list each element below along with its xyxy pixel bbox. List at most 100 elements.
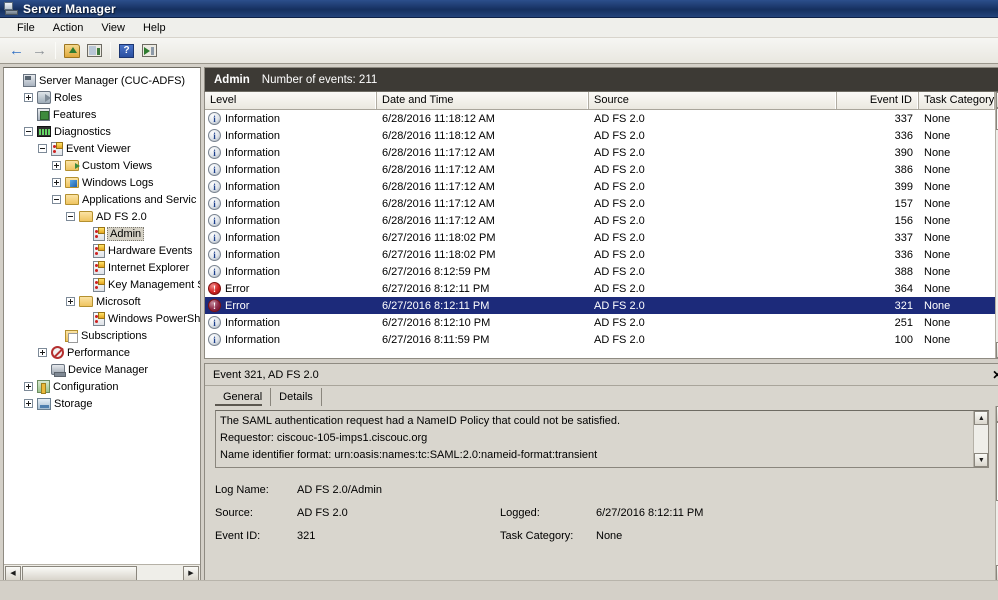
cell-source: AD FS 2.0 [594, 112, 645, 125]
tree-item-windows-logs[interactable]: Windows Logs [6, 174, 200, 191]
cell-date: 6/28/2016 11:17:12 AM [382, 180, 495, 193]
table-row[interactable]: i Information 6/28/2016 11:18:12 AM AD FS 2… [205, 110, 995, 127]
tree-item-roles[interactable]: Roles [6, 89, 200, 106]
table-row[interactable]: i Information 6/28/2016 11:17:12 AM AD FS 2… [205, 144, 995, 161]
information-icon: i [208, 333, 221, 346]
tree-item-admin[interactable]: Admin [6, 225, 200, 242]
table-row[interactable]: i Information 6/27/2016 11:18:02 PM AD FS 2… [205, 229, 995, 246]
tree-item-label: Windows Logs [82, 176, 154, 189]
value-task-category: None [596, 529, 623, 542]
table-row[interactable]: i Information 6/28/2016 11:17:12 AM AD FS 2… [205, 178, 995, 195]
table-row[interactable]: i Information 6/27/2016 8:12:59 PM AD FS 2.… [205, 263, 995, 280]
menu-help[interactable]: Help [134, 20, 175, 36]
tab-active-underline [215, 404, 262, 406]
table-row[interactable]: i Information 6/27/2016 11:18:02 PM AD FS 2… [205, 246, 995, 263]
tree-item-device-manager[interactable]: Device Manager [6, 361, 200, 378]
table-row[interactable]: i Information 6/27/2016 8:11:59 PM AD FS 2.… [205, 331, 995, 348]
tree-item-internet-explorer[interactable]: Internet Explorer [6, 259, 200, 276]
error-icon: ! [208, 282, 221, 295]
expand-icon[interactable] [24, 93, 33, 102]
features-icon [37, 108, 50, 121]
tree-item-configuration[interactable]: Configuration [6, 378, 200, 395]
event-detail-titlebar: Event 321, AD FS 2.0 ✕ [205, 364, 998, 386]
tree-item-diagnostics[interactable]: Diagnostics [6, 123, 200, 140]
column-header-level[interactable]: Level [205, 92, 377, 109]
tree-item-label: Hardware Events [108, 244, 193, 257]
up-one-level-button[interactable] [60, 40, 83, 62]
collapse-icon[interactable] [66, 212, 75, 221]
table-row[interactable]: ! Error 6/27/2016 8:12:11 PM AD FS 2.0 321 No… [205, 297, 996, 314]
tree-item-server-manager-cuc-adfs[interactable]: Server Manager (CUC-ADFS) [6, 72, 200, 89]
collapse-icon[interactable] [52, 195, 61, 204]
table-row[interactable]: i Information 6/28/2016 11:17:12 AM AD FS 2… [205, 195, 995, 212]
information-icon: i [208, 231, 221, 244]
tree-item-label: Device Manager [68, 363, 149, 376]
table-row[interactable]: i Information 6/28/2016 11:17:12 AM AD FS 2… [205, 212, 995, 229]
cell-level: i Information [205, 129, 377, 142]
expand-icon[interactable] [38, 348, 47, 357]
column-header-event-id[interactable]: Event ID [837, 92, 919, 109]
show-hide-console-tree-button[interactable] [83, 40, 106, 62]
table-row[interactable]: i Information 6/27/2016 8:12:10 PM AD FS 2.… [205, 314, 995, 331]
message-scroll-down-button[interactable]: ▼ [974, 453, 989, 467]
table-row[interactable]: i Information 6/28/2016 11:18:12 AM AD FS 2… [205, 127, 995, 144]
cell-task-category: None [924, 282, 951, 295]
cell-level-text: Information [225, 265, 281, 278]
tree-scroll-left-button[interactable]: ◀ [5, 565, 21, 581]
tree-item-microsoft[interactable]: Microsoft [6, 293, 200, 310]
event-message-scrollbar[interactable]: ▲ ▼ [973, 411, 989, 467]
tree-item-label: Key Management S [108, 278, 200, 291]
tree-item-windows-powershe[interactable]: Windows PowerShe [6, 310, 200, 327]
help-button[interactable]: ? [115, 40, 138, 62]
custom-views-folder-icon [65, 160, 80, 171]
tree-item-features[interactable]: Features [6, 106, 200, 123]
cell-source: AD FS 2.0 [594, 163, 645, 176]
toolbar-separator-1 [55, 42, 56, 59]
table-row[interactable]: ! Error 6/27/2016 8:12:11 PM AD FS 2.0 364 No… [205, 280, 995, 297]
tree-item-label: Performance [67, 346, 130, 359]
expand-icon[interactable] [52, 178, 61, 187]
tree-horizontal-scrollbar[interactable]: ◀ ▶ [4, 564, 200, 581]
cell-event-id: 386 [894, 163, 913, 176]
message-scroll-up-button[interactable]: ▲ [974, 411, 989, 425]
collapse-icon[interactable] [38, 144, 47, 153]
column-header-task-category[interactable]: Task Category [919, 92, 996, 109]
expand-icon[interactable] [52, 161, 61, 170]
tab-details[interactable]: Details [271, 388, 322, 406]
information-icon: i [208, 146, 221, 159]
column-header-source[interactable]: Source [589, 92, 837, 109]
close-icon[interactable]: ✕ [990, 368, 998, 382]
cell-source: AD FS 2.0 [594, 316, 645, 329]
tree-hscroll-thumb[interactable] [22, 565, 138, 581]
information-icon: i [208, 129, 221, 142]
collapse-icon[interactable] [24, 127, 33, 136]
tree-item-ad-fs-2-0[interactable]: AD FS 2.0 [6, 208, 200, 225]
tree-hscroll-track[interactable] [22, 565, 182, 581]
tree-item-storage[interactable]: Storage [6, 395, 200, 412]
tree-scroll-right-button[interactable]: ▶ [183, 565, 199, 581]
tree-item-applications-and-servic[interactable]: Applications and Servic [6, 191, 200, 208]
table-row[interactable]: i Information 6/28/2016 11:17:12 AM AD FS 2… [205, 161, 995, 178]
tree-item-performance[interactable]: Performance [6, 344, 200, 361]
tree-item-hardware-events[interactable]: Hardware Events [6, 242, 200, 259]
information-icon: i [208, 197, 221, 210]
expand-icon[interactable] [24, 382, 33, 391]
menu-file[interactable]: File [8, 20, 44, 36]
expand-icon[interactable] [24, 399, 33, 408]
menu-view[interactable]: View [92, 20, 134, 36]
tree-item-subscriptions[interactable]: Subscriptions [6, 327, 200, 344]
event-log-icon [93, 277, 105, 292]
back-button[interactable]: ← [5, 40, 28, 62]
tree-item-event-viewer[interactable]: Event Viewer [6, 140, 200, 157]
show-hide-action-pane-button[interactable] [138, 40, 161, 62]
column-header-date-and-time[interactable]: Date and Time [377, 92, 589, 109]
tree-item-custom-views[interactable]: Custom Views [6, 157, 200, 174]
message-scroll-track[interactable] [974, 425, 989, 453]
forward-button[interactable]: → [28, 40, 51, 62]
menu-action[interactable]: Action [44, 20, 93, 36]
main-area: Server Manager (CUC-ADFS) Roles Features Di… [0, 64, 998, 582]
expand-icon[interactable] [66, 297, 75, 306]
tree-item-key-management-s[interactable]: Key Management S [6, 276, 200, 293]
left-arrow-icon: ← [9, 42, 24, 59]
